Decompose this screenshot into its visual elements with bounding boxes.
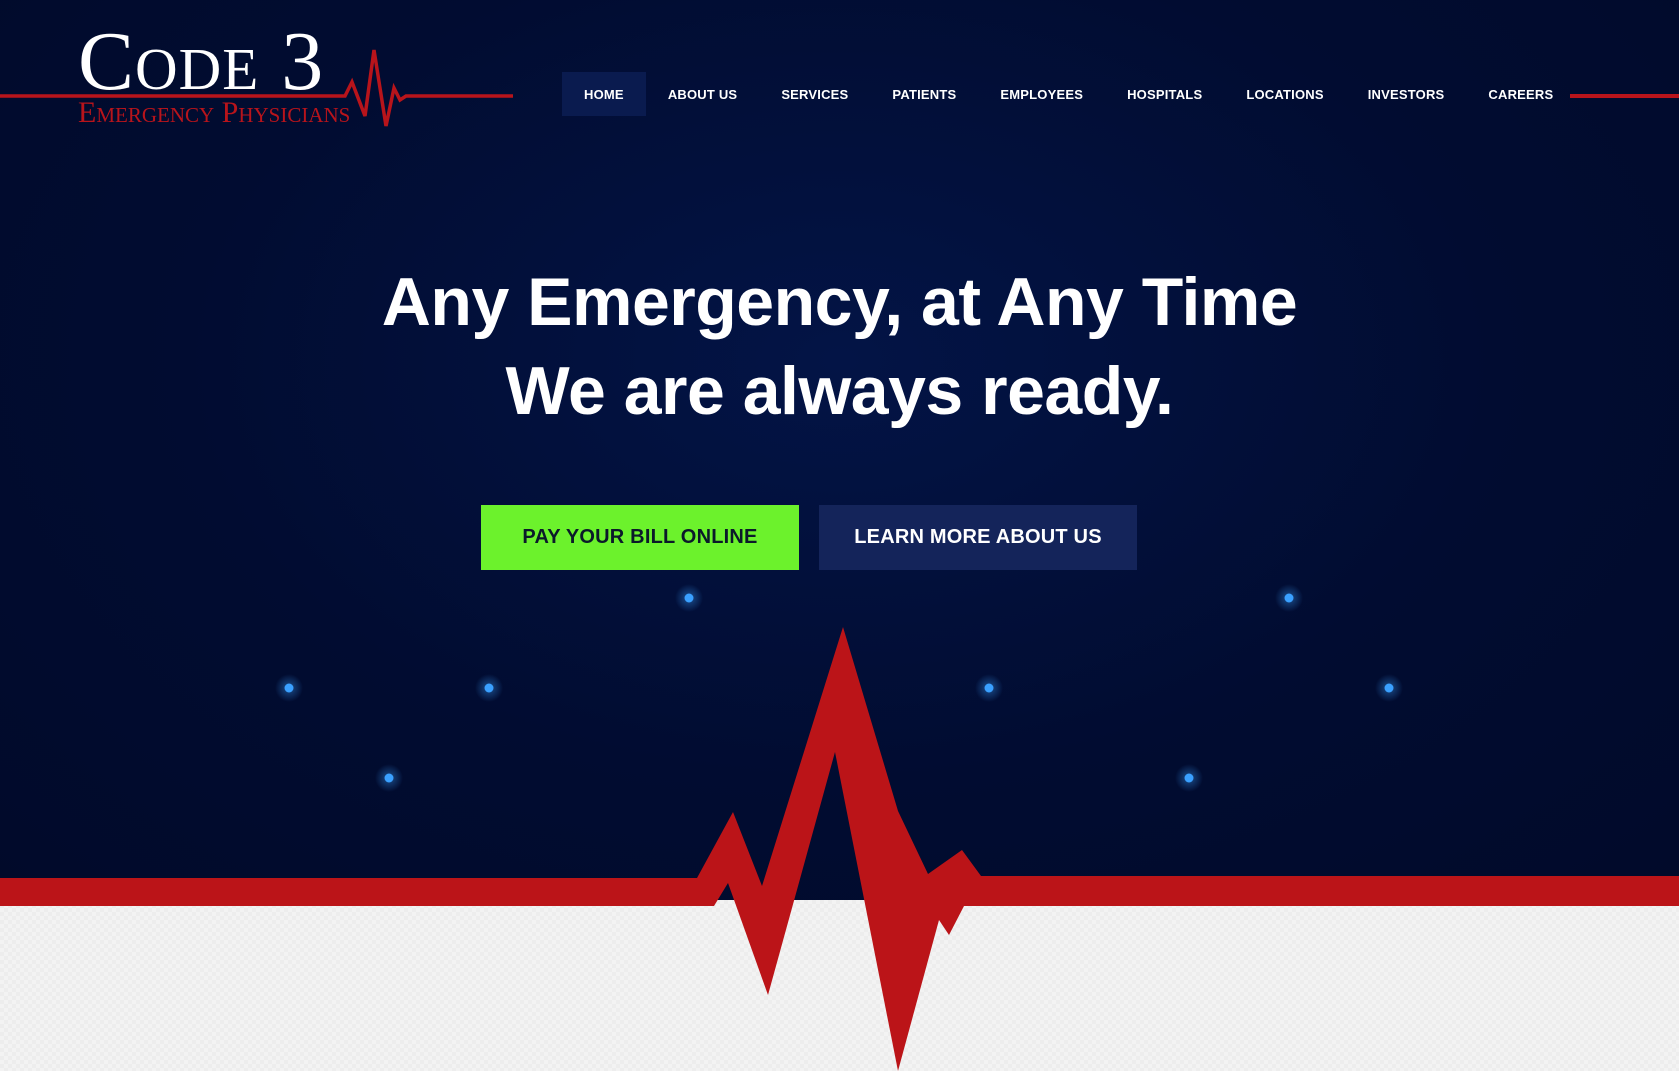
logo-title: Code 3: [78, 15, 325, 108]
nav-item-patients[interactable]: PATIENTS: [870, 72, 978, 116]
heartbeat-line-icon: [0, 627, 1679, 1071]
nav-item-home[interactable]: HOME: [562, 72, 646, 116]
nav-item-locations[interactable]: LOCATIONS: [1224, 72, 1345, 116]
nav-item-services[interactable]: SERVICES: [759, 72, 870, 116]
nav-item-about-us[interactable]: ABOUT US: [646, 72, 760, 116]
nav-item-hospitals[interactable]: HOSPITALS: [1105, 72, 1224, 116]
page: Code 3 Emergency Physicians HOME ABOUT U…: [0, 0, 1679, 1071]
nav-item-careers[interactable]: CAREERS: [1466, 72, 1575, 116]
pay-bill-online-button[interactable]: PAY YOUR BILL ONLINE: [481, 505, 799, 570]
logo[interactable]: Code 3 Emergency Physicians: [78, 20, 378, 130]
hero-headline-line2: We are always ready.: [505, 353, 1174, 429]
nav-item-investors[interactable]: INVESTORS: [1346, 72, 1467, 116]
nav-item-employees[interactable]: EMPLOYEES: [978, 72, 1105, 116]
main-nav: HOME ABOUT US SERVICES PATIENTS EMPLOYEE…: [562, 72, 1575, 116]
hero-headline-line1: Any Emergency, at Any Time: [381, 264, 1298, 340]
learn-more-about-us-button[interactable]: LEARN MORE ABOUT US: [819, 505, 1137, 570]
logo-subtitle: Emergency Physicians: [78, 96, 351, 129]
